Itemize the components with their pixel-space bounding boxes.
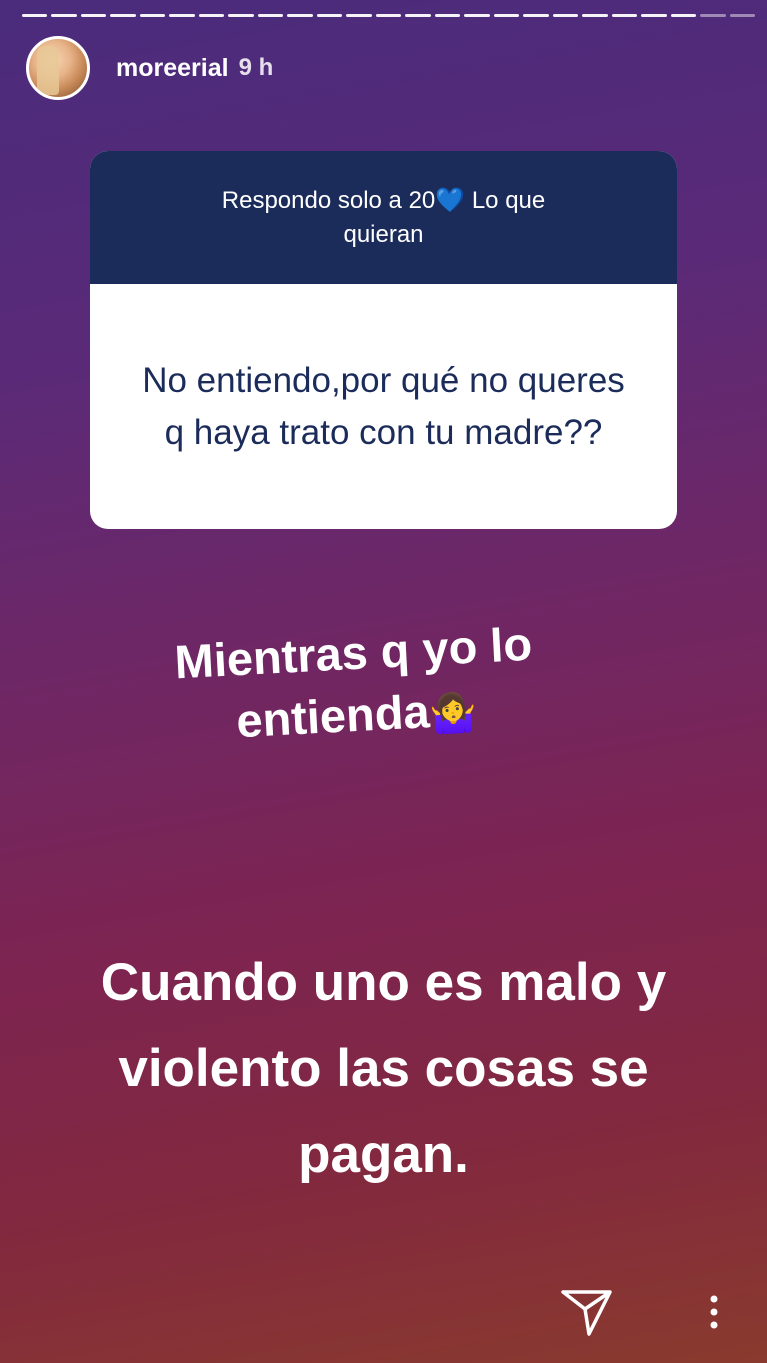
progress-segment [641, 14, 667, 17]
avatar[interactable] [26, 36, 90, 100]
progress-segment [552, 14, 579, 17]
question-prompt-text: Respondo solo a 20 [221, 186, 436, 214]
username[interactable]: moreerial [116, 54, 229, 83]
progress-segment [287, 14, 313, 17]
progress-segment [434, 14, 461, 17]
text-sticker-1-text: Mientras q yo lo entienda [173, 616, 534, 748]
progress-segment [405, 14, 431, 17]
shrug-emoji-icon: 🤷‍♀️ [428, 691, 478, 737]
question-sticker: Respondo solo a 20💙 Lo que quieran No en… [90, 151, 677, 529]
progress-segment [51, 14, 77, 17]
progress-segment [110, 14, 136, 17]
story-progress-bar [22, 14, 756, 18]
progress-segment [198, 14, 225, 17]
progress-segment [257, 14, 284, 17]
progress-segment [346, 14, 372, 17]
progress-segment [582, 14, 608, 17]
progress-segment [375, 14, 402, 17]
post-time: 9 h [238, 54, 274, 81]
progress-segment [493, 14, 520, 17]
progress-segment [169, 14, 195, 17]
progress-segment [228, 14, 254, 17]
progress-segment [729, 14, 756, 17]
more-options-icon[interactable] [700, 1293, 728, 1333]
text-sticker-1: Mientras q yo lo entienda🤷‍♀️ [117, 610, 593, 762]
progress-segment [523, 14, 549, 17]
blue-heart-icon: 💙 [435, 186, 466, 214]
progress-segment [464, 14, 490, 17]
progress-segment [700, 14, 726, 17]
question-text: No entiendo,por qué no queres q haya tra… [142, 360, 625, 452]
progress-segment [22, 14, 48, 17]
story-header: moreerial 9 h [26, 36, 273, 100]
progress-segment [139, 14, 166, 17]
send-icon[interactable] [560, 1288, 614, 1338]
progress-segment [611, 14, 638, 17]
progress-segment [316, 14, 343, 17]
progress-segment [670, 14, 697, 17]
progress-segment [80, 14, 107, 17]
text-sticker-2: Cuando uno es malo y violento las cosas … [100, 953, 667, 1184]
question-prompt: Respondo solo a 20💙 Lo que quieran [90, 151, 677, 284]
